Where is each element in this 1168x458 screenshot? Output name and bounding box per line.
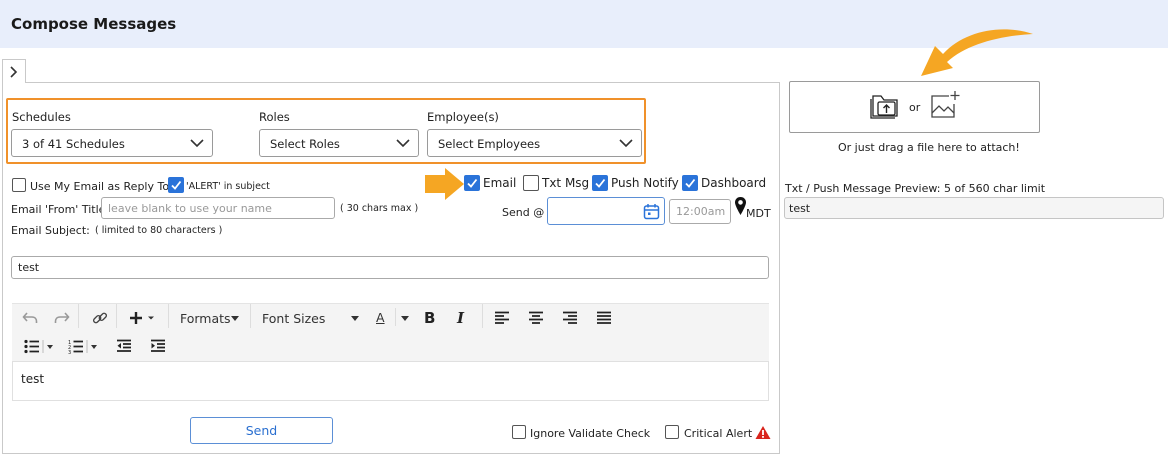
txt-msg-channel-label: Txt Msg bbox=[542, 176, 590, 190]
send-at-label: Send @ bbox=[502, 206, 545, 219]
ignore-validate-checkbox[interactable] bbox=[512, 425, 526, 439]
numbered-list-icon[interactable]: 1 2 3 bbox=[68, 339, 102, 354]
checkmark-icon bbox=[685, 178, 696, 188]
email-from-placeholder: leave blank to use your name bbox=[108, 202, 272, 215]
send-time-input[interactable]: 12:00am bbox=[669, 199, 731, 224]
panel-toggle-button[interactable] bbox=[2, 59, 26, 83]
align-right-icon[interactable] bbox=[562, 311, 578, 324]
critical-alert-label: Critical Alert bbox=[684, 427, 753, 440]
checkmark-icon bbox=[171, 180, 182, 190]
italic-icon[interactable]: I bbox=[456, 310, 468, 325]
drag-attach-hint: Or just drag a file here to attach! bbox=[838, 141, 1020, 154]
email-subject-label: Email Subject: bbox=[11, 224, 90, 237]
use-my-email-checkbox[interactable] bbox=[12, 178, 26, 192]
svg-text:3: 3 bbox=[68, 350, 71, 354]
curved-arrow-icon bbox=[921, 29, 1033, 76]
checkmark-icon bbox=[595, 178, 606, 188]
email-channel-label: Email bbox=[483, 176, 517, 190]
push-notify-channel-label: Push Notify bbox=[611, 176, 679, 190]
align-justify-icon[interactable] bbox=[596, 311, 612, 324]
email-subject-value: test bbox=[18, 261, 40, 274]
toolbar-separator bbox=[395, 308, 396, 326]
chevron-down-icon bbox=[396, 139, 410, 148]
attach-or-text: or bbox=[909, 101, 921, 114]
svg-text:I: I bbox=[456, 310, 465, 325]
alert-in-subject-checkbox[interactable] bbox=[168, 177, 184, 193]
ignore-validate-label: Ignore Validate Check bbox=[530, 427, 651, 440]
schedules-label: Schedules bbox=[12, 110, 71, 124]
message-preview-box: test bbox=[784, 197, 1164, 219]
email-from-hint: ( 30 chars max ) bbox=[340, 203, 419, 214]
indent-icon[interactable] bbox=[150, 339, 166, 353]
email-from-label: Email 'From' Title: bbox=[11, 203, 110, 216]
toolbar-separator bbox=[78, 304, 79, 328]
calendar-icon[interactable] bbox=[643, 203, 660, 220]
align-center-icon[interactable] bbox=[528, 311, 544, 324]
file-attach-dropzone[interactable]: or bbox=[789, 81, 1040, 133]
dashboard-channel-checkbox[interactable] bbox=[682, 175, 698, 191]
use-my-email-label: Use My Email as Reply To bbox=[30, 180, 170, 193]
roles-value: Select Roles bbox=[270, 137, 340, 151]
roles-label: Roles bbox=[259, 110, 290, 124]
employees-label: Employee(s) bbox=[427, 110, 499, 124]
send-time-placeholder: 12:00am bbox=[676, 205, 726, 218]
align-left-icon[interactable] bbox=[494, 311, 510, 324]
schedules-select[interactable]: 3 of 41 Schedules bbox=[11, 129, 213, 157]
schedules-value: 3 of 41 Schedules bbox=[22, 137, 125, 151]
caret-down-icon bbox=[231, 316, 239, 321]
svg-text:B: B bbox=[424, 310, 435, 325]
send-button[interactable]: Send bbox=[190, 417, 333, 444]
editor-content: test bbox=[21, 372, 45, 386]
toolbar-separator bbox=[482, 304, 483, 328]
push-notify-channel-checkbox[interactable] bbox=[592, 175, 608, 191]
arrow-right-icon bbox=[425, 168, 464, 200]
txt-msg-channel-checkbox[interactable] bbox=[523, 175, 539, 191]
chevron-down-icon bbox=[619, 139, 633, 148]
chevron-down-icon bbox=[190, 139, 204, 148]
redo-icon[interactable] bbox=[54, 311, 70, 325]
alert-in-subject-label: 'ALERT' in subject bbox=[186, 181, 270, 192]
toolbar-separator bbox=[250, 304, 251, 328]
toolbar-separator bbox=[116, 304, 117, 328]
link-icon[interactable] bbox=[92, 310, 108, 326]
employees-select[interactable]: Select Employees bbox=[427, 129, 642, 157]
insert-plus-icon[interactable] bbox=[128, 310, 158, 326]
email-from-input[interactable]: leave blank to use your name bbox=[101, 197, 335, 219]
checkmark-icon bbox=[467, 178, 478, 188]
send-date-input[interactable] bbox=[547, 197, 665, 225]
upload-folder-icon[interactable] bbox=[870, 91, 904, 121]
employees-value: Select Employees bbox=[438, 137, 541, 151]
undo-icon[interactable] bbox=[22, 311, 38, 325]
email-subject-hint: ( limited to 80 characters ) bbox=[95, 225, 223, 236]
critical-alert-checkbox[interactable] bbox=[665, 425, 679, 439]
message-preview-value: test bbox=[789, 202, 811, 215]
font-color-button[interactable]: A bbox=[376, 310, 385, 325]
formats-dropdown[interactable]: Formats bbox=[180, 311, 231, 326]
email-channel-checkbox[interactable] bbox=[464, 175, 480, 191]
add-image-icon[interactable] bbox=[929, 90, 961, 122]
dashboard-channel-label: Dashboard bbox=[701, 176, 767, 190]
chevron-right-icon bbox=[10, 66, 18, 78]
roles-select[interactable]: Select Roles bbox=[259, 129, 419, 157]
bullet-list-icon[interactable] bbox=[24, 339, 58, 354]
email-subject-input[interactable]: test bbox=[11, 256, 769, 279]
warning-icon bbox=[755, 426, 771, 439]
page-title: Compose Messages bbox=[11, 15, 177, 33]
toolbar-separator bbox=[168, 304, 169, 328]
bold-icon[interactable]: B bbox=[424, 310, 436, 325]
message-editor[interactable]: test bbox=[12, 361, 769, 401]
outdent-icon[interactable] bbox=[116, 339, 132, 353]
caret-down-icon[interactable] bbox=[401, 316, 409, 322]
caret-down-icon bbox=[351, 316, 359, 321]
font-sizes-dropdown[interactable]: Font Sizes bbox=[262, 311, 325, 326]
timezone-label: MDT bbox=[746, 207, 771, 220]
message-preview-label: Txt / Push Message Preview: 5 of 560 cha… bbox=[785, 182, 1046, 195]
